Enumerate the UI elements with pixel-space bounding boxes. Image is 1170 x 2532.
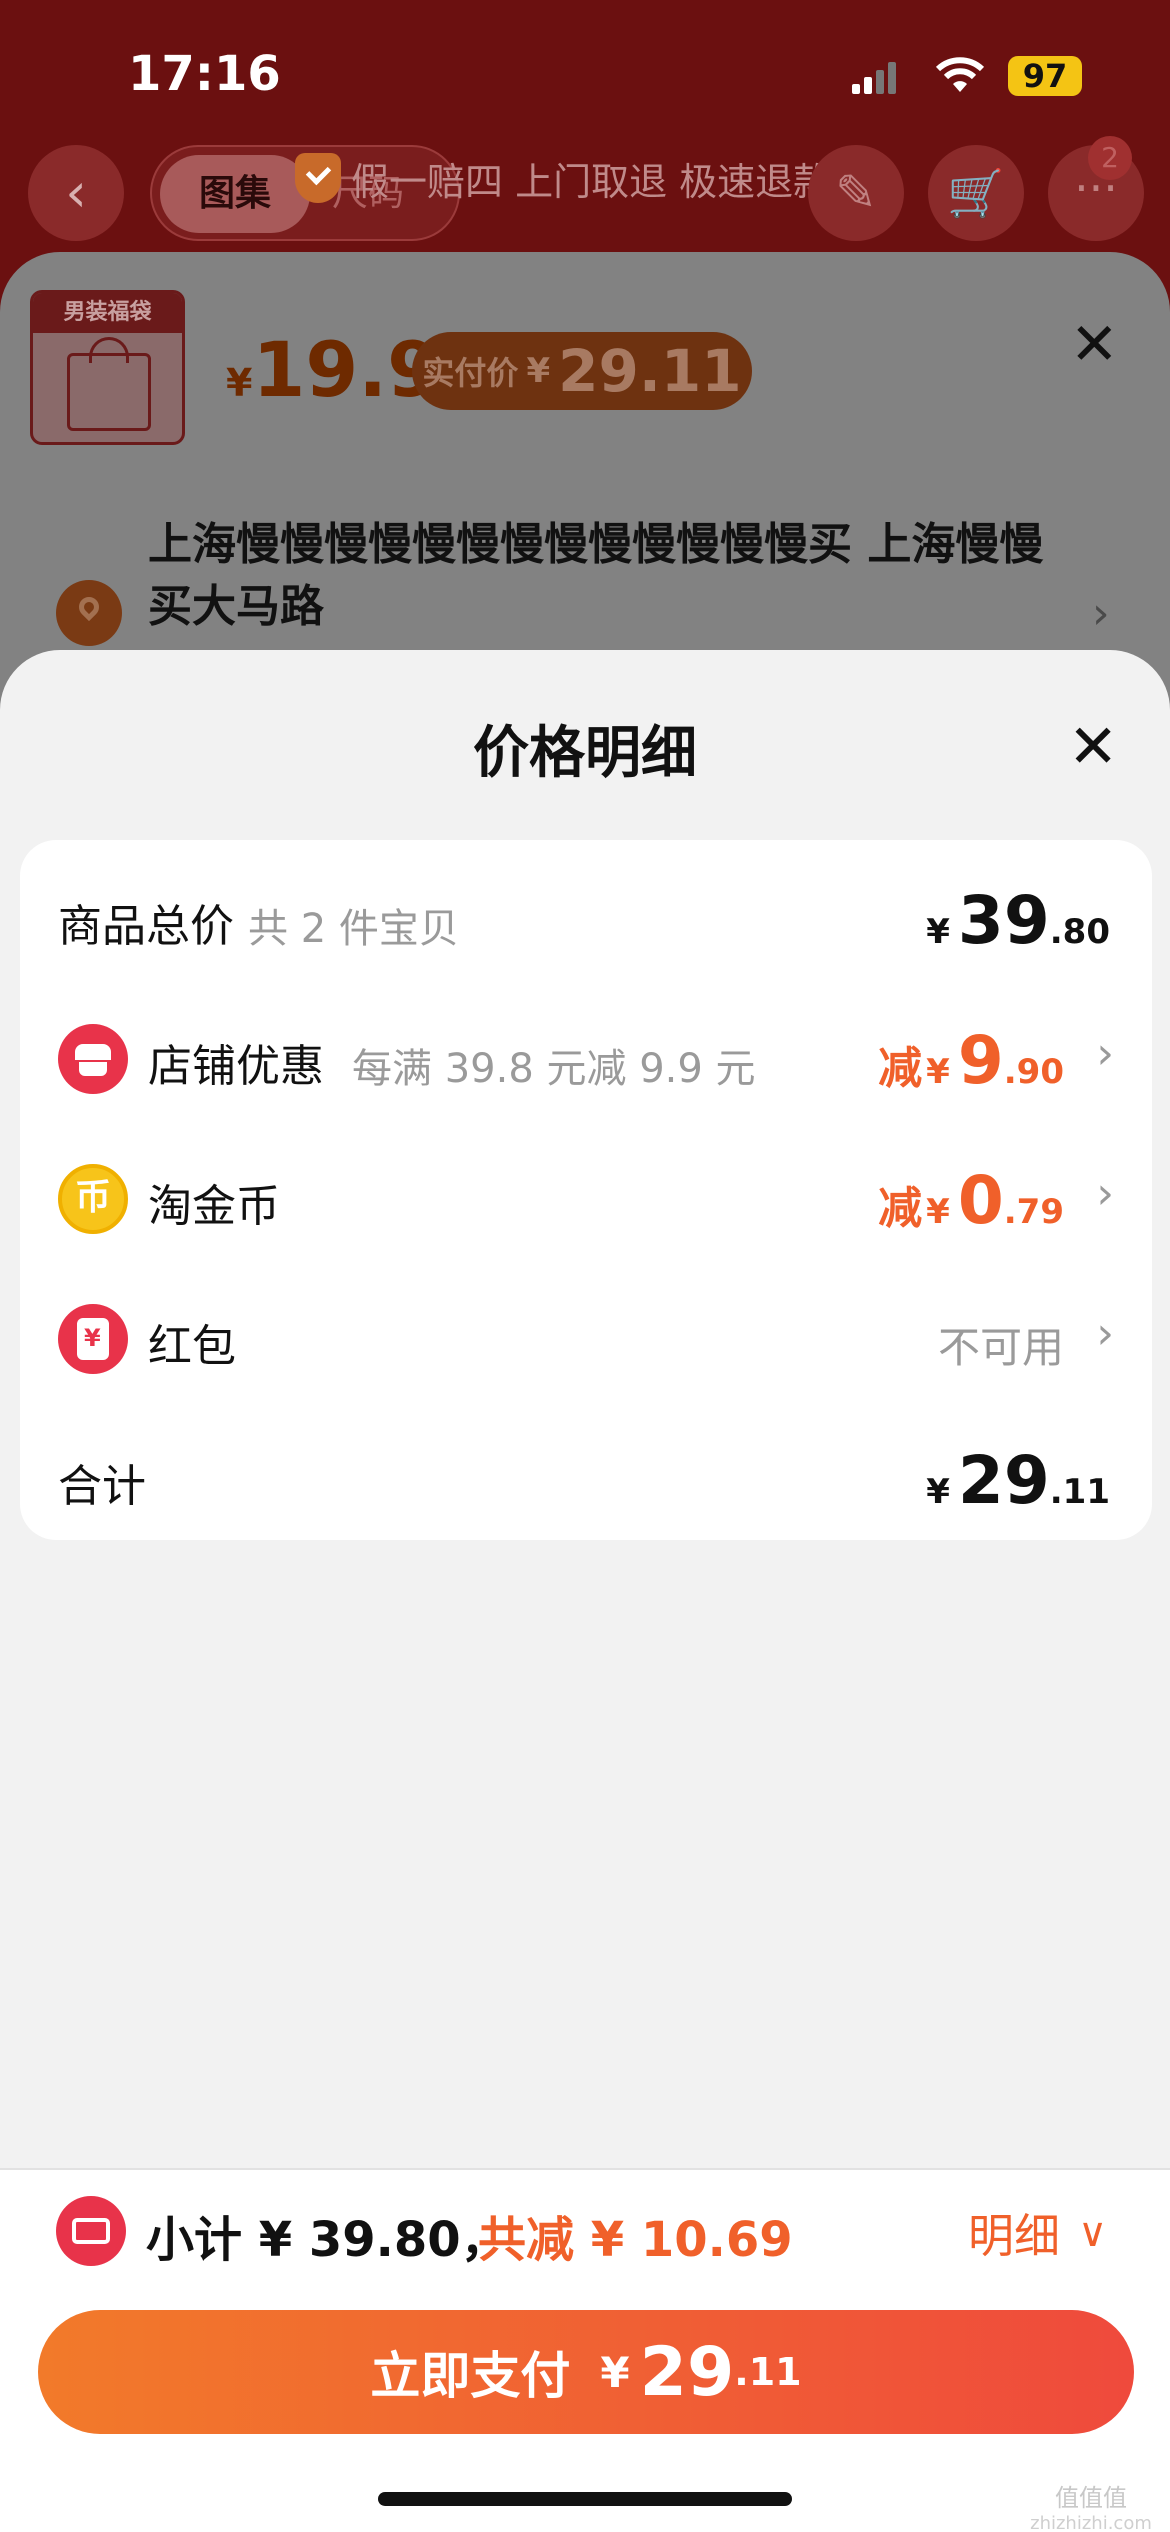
thumb-label: 男装福袋 [33,293,182,333]
amount-prefix: 减 [878,1043,923,1094]
row-label: 商品总价 [58,901,234,952]
paid-label: 实付价 [422,354,519,392]
amount-int: 9 [957,1022,1004,1099]
pay-amount-dec: .11 [734,2350,802,2394]
chevron-right-icon[interactable]: › [1092,588,1110,639]
amount-dec: .11 [1049,1472,1110,1512]
row-red-packet[interactable]: 红包 不可用 › [20,1270,1152,1410]
chevron-right-icon[interactable]: › [1096,1028,1114,1079]
amount-int: 39 [957,882,1050,959]
row-label: 店铺优惠 [148,1041,324,1092]
amount-currency: ¥ [926,912,950,952]
status-bar: 17:16 97 [0,0,1170,150]
coin-icon: 币 [58,1164,128,1234]
amount-currency: ¥ [926,1472,950,1512]
row-store-discount[interactable]: 店铺优惠 每满 39.8 元减 9.9 元 减 ¥9.90 › [20,990,1152,1130]
cart-icon[interactable]: 🛒 [928,145,1024,241]
row-label: 淘金币 [148,1181,280,1232]
row-label: 红包 [148,1321,236,1372]
row-status: 不可用 [937,1323,1064,1372]
amount-dec: .79 [1003,1192,1064,1232]
bottom-bar: 小计 ¥ 39.80， 共减 ¥ 10.69 明细 ∨ 立即支付 ¥ 29 .1… [0,2168,1170,2532]
amount-currency: ¥ [926,1192,950,1232]
chevron-right-icon[interactable]: › [1096,1168,1114,1219]
product-price: ¥19.9 [226,325,440,414]
amount-int: 29 [957,1442,1050,1519]
close-icon[interactable]: ✕ [1068,712,1118,782]
pay-currency: ¥ [600,2347,630,2397]
row-total: 合计 ¥29.11 [20,1410,1152,1550]
status-time: 17:16 [128,46,281,102]
shield-check-icon [295,153,341,203]
coupon-icon [56,2196,126,2266]
tab-gallery[interactable]: 图集 [160,155,310,233]
watermark-text: 值值值 [1055,2484,1127,2512]
watermark-sub: zhizhizhi.com [1030,2513,1152,2532]
row-sub: 每满 39.8 元减 9.9 元 [352,1046,756,1092]
amount-dec: .90 [1003,1052,1064,1092]
cellular-signal-icon [852,62,896,94]
sheet-title: 价格明细 [473,721,697,786]
chevron-right-icon[interactable]: › [1096,1308,1114,1359]
cart-badge: 2 [1088,136,1132,180]
price-detail-card: 商品总价 共 2 件宝贝 ¥39.80 店铺优惠 每满 39.8 元减 9.9 … [20,840,1152,1540]
detail-label: 明细 [968,2209,1060,2263]
bag-icon [67,353,151,431]
pay-amount-int: 29 [639,2332,735,2412]
pay-now-button[interactable]: 立即支付 ¥ 29 .11 [38,2310,1134,2434]
amount-currency: ¥ [926,1052,950,1092]
amount-int: 0 [957,1162,1004,1239]
paid-price-badge: 实付价 ¥ 29.11 [412,332,752,410]
row-amount: 减 ¥9.90 [878,1022,1064,1099]
row-taojinbi[interactable]: 币 淘金币 减 ¥0.79 › [20,1130,1152,1270]
nav-bar: ‹ 图集 尺码 假一赔四 上门取退 极速退款 ✎ 🛒 ··· 2 [0,136,1170,260]
row-label: 合计 [58,1461,146,1512]
amount-dec: .80 [1049,912,1110,952]
wifi-icon [935,57,985,92]
amount-prefix: 减 [878,1183,923,1234]
back-button[interactable]: ‹ [28,145,124,241]
home-indicator[interactable] [378,2492,792,2506]
row-amount: ¥39.80 [926,882,1110,959]
subtotal-text: 小计 ¥ 39.80， [146,2212,509,2268]
chevron-down-icon: ∨ [1078,2210,1108,2256]
saved-text: 共减 ¥ 10.69 [478,2212,793,2268]
row-goods-total: 商品总价 共 2 件宝贝 ¥39.80 [20,850,1152,990]
pay-label: 立即支付 [370,2347,571,2405]
price-currency: ¥ [226,361,253,405]
row-amount: ¥29.11 [926,1442,1110,1519]
shipping-address[interactable]: 上海慢慢慢慢慢慢慢慢慢慢慢慢慢买 上海慢慢买大马路 [148,514,1078,638]
product-thumbnail: 男装福袋 [30,290,185,445]
detail-toggle[interactable]: 明细 ∨ [968,2200,1107,2266]
row-sub: 共 2 件宝贝 [248,906,459,952]
location-pin-icon [56,580,122,646]
watermark: 值值值 zhizhizhi.com [1016,2478,1166,2532]
red-packet-icon [58,1304,128,1374]
guarantee-banner: 假一赔四 上门取退 极速退款 [295,148,831,208]
paid-amount: 29.11 [558,337,742,405]
paid-currency: ¥ [526,351,551,391]
guarantee-text: 假一赔四 上门取退 极速退款 [351,159,832,204]
close-icon[interactable]: ✕ [1070,310,1119,378]
pen-icon[interactable]: ✎ [808,145,904,241]
store-icon [58,1024,128,1094]
row-amount: 减 ¥0.79 [878,1162,1064,1239]
battery-indicator: 97 [1008,56,1082,96]
price-detail-sheet: 价格明细 ✕ 商品总价 共 2 件宝贝 ¥39.80 店铺优惠 每满 39.8 … [0,650,1170,2190]
